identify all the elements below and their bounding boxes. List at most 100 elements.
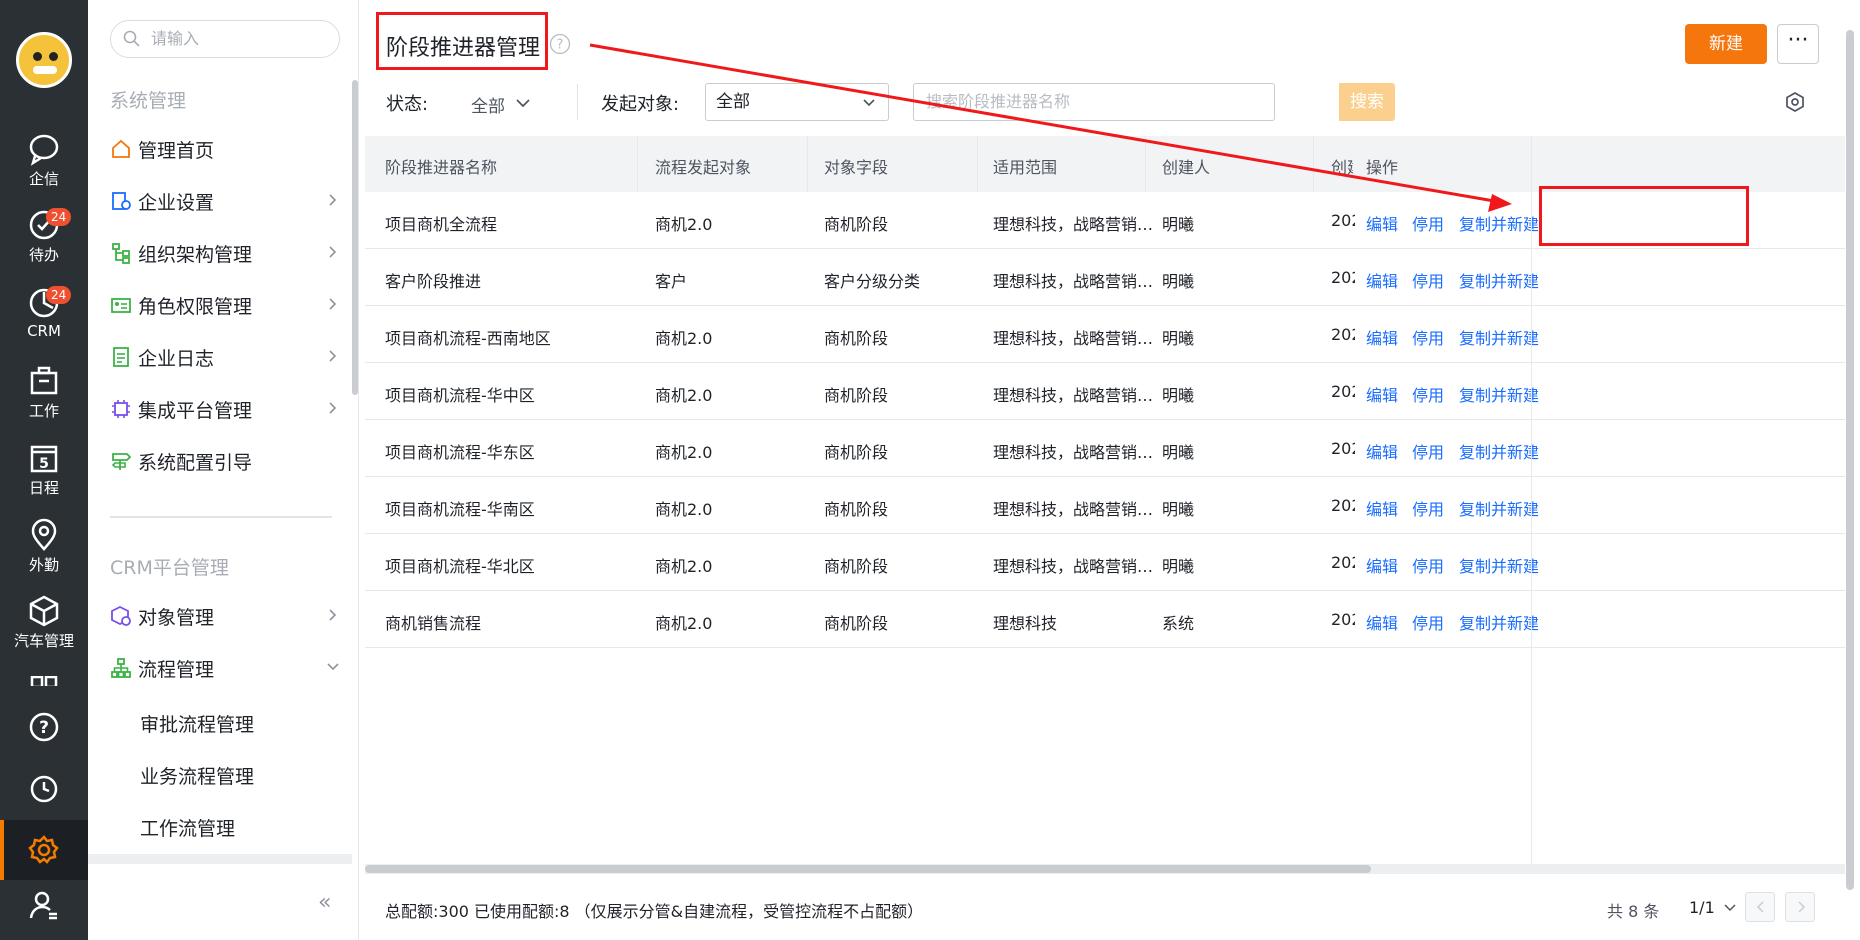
table-header: 阶段推进器名称 流程发起对象 对象字段 适用范围 创建人 创建 操作 (365, 136, 1845, 192)
edit-link[interactable]: 编辑 (1366, 211, 1398, 235)
nav-item-label: 企业日志 (138, 347, 215, 370)
nav-subitem-business-process[interactable]: 业务流程管理 (140, 762, 254, 789)
rail-item-field[interactable]: 外勤 (0, 518, 88, 592)
edit-link[interactable]: 编辑 (1366, 325, 1398, 349)
cell-created: 202 (1331, 439, 1355, 458)
edit-link[interactable]: 编辑 (1366, 268, 1398, 292)
nav-horizontal-scrollbar[interactable] (88, 854, 352, 864)
nav-item-process-management[interactable]: 流程管理 (110, 648, 340, 688)
more-options-button[interactable]: ··· (1777, 24, 1819, 64)
search-input[interactable]: 搜索阶段推进器名称 (913, 83, 1275, 121)
column-header: 流程发起对象 (655, 158, 752, 177)
building-settings-icon (112, 192, 131, 210)
prev-page-button[interactable] (1745, 892, 1775, 922)
new-button[interactable]: 新建 (1685, 24, 1767, 64)
rail-item-crm[interactable]: 24 CRM (0, 286, 88, 360)
app-logo[interactable] (16, 32, 72, 88)
nav-item-company-settings[interactable]: 企业设置 (110, 181, 340, 221)
disable-link[interactable]: 停用 (1412, 610, 1444, 634)
edit-link[interactable]: 编辑 (1366, 610, 1398, 634)
rail-item-calendar[interactable]: 5 日程 (0, 441, 88, 515)
table-row[interactable]: 客户阶段推进 客户 客户分级分类 理想科技，战略营销… 明曦 202 编辑停用复制并新建 (365, 249, 1845, 306)
rail-label: CRM (27, 322, 61, 340)
nav-item-config-guide[interactable]: 系统配置引导 (110, 441, 340, 481)
cell-object: 商机2.0 (655, 557, 713, 576)
scrollbar-thumb[interactable] (365, 865, 1371, 873)
cell-name: 项目商机流程-西南地区 (385, 329, 551, 348)
search-button[interactable]: 搜索 (1339, 83, 1395, 121)
cell-field: 商机阶段 (824, 500, 889, 519)
nav-subitem-workflow[interactable]: 工作流管理 (140, 814, 235, 841)
cell-created: 202 (1331, 553, 1355, 572)
nav-item-integration[interactable]: 集成平台管理 (110, 389, 340, 429)
copy-new-link[interactable]: 复制并新建 (1459, 268, 1539, 292)
column-header: 操作 (1366, 158, 1399, 177)
nav-item-company-log[interactable]: 企业日志 (110, 337, 340, 377)
nav-group-system: 系统管理 (110, 90, 187, 112)
copy-new-link[interactable]: 复制并新建 (1459, 610, 1539, 634)
rail-help[interactable]: ? (0, 710, 88, 750)
initiator-filter-label: 发起对象: (601, 94, 680, 115)
edit-link[interactable]: 编辑 (1366, 496, 1398, 520)
nav-subitem-approval[interactable]: 审批流程管理 (140, 710, 254, 737)
badge-count: 24 (46, 286, 72, 304)
next-page-button[interactable] (1785, 892, 1815, 922)
disable-link[interactable]: 停用 (1412, 439, 1444, 463)
rail-item-work[interactable]: 工作 (0, 364, 88, 438)
table-row[interactable]: 项目商机流程-华北区 商机2.0 商机阶段 理想科技，战略营销… 明曦 202 编辑停用复制… (365, 534, 1845, 591)
actions-annotation-box (1539, 186, 1749, 246)
nav-item-role-permissions[interactable]: 角色权限管理 (110, 285, 340, 325)
id-card-icon (111, 298, 131, 313)
edit-link[interactable]: 编辑 (1366, 382, 1398, 406)
disable-link[interactable]: 停用 (1412, 496, 1444, 520)
copy-new-link[interactable]: 复制并新建 (1459, 553, 1539, 577)
nav-item-admin-home[interactable]: 管理首页 (110, 129, 340, 169)
disable-link[interactable]: 停用 (1412, 382, 1444, 406)
disable-link[interactable]: 停用 (1412, 553, 1444, 577)
rail-user-admin[interactable] (0, 888, 88, 928)
rail-item-chat[interactable]: 企信 (0, 132, 88, 206)
calendar-icon: 5 (30, 445, 58, 473)
copy-new-link[interactable]: 复制并新建 (1459, 382, 1539, 406)
table-horizontal-scrollbar[interactable] (365, 864, 1845, 874)
disable-link[interactable]: 停用 (1412, 211, 1444, 235)
rail-item-car[interactable]: 汽车管理 (0, 594, 88, 668)
rail-history[interactable] (0, 772, 88, 812)
nav-item-label: 组织架构管理 (138, 243, 253, 266)
table-row[interactable]: 商机销售流程 商机2.0 商机阶段 理想科技 系统 202 编辑停用复制并新建 (365, 591, 1845, 648)
initiator-select-value: 全部 (716, 92, 750, 112)
page-selector[interactable]: 1/1 (1689, 898, 1736, 917)
table-row[interactable]: 项目商机流程-华南区 商机2.0 商机阶段 理想科技，战略营销… 明曦 202 编辑停用复制… (365, 477, 1845, 534)
cell-field: 商机阶段 (824, 443, 889, 462)
table-row[interactable]: 项目商机流程-华东区 商机2.0 商机阶段 理想科技，战略营销… 明曦 202 编辑停用复制… (365, 420, 1845, 477)
disable-link[interactable]: 停用 (1412, 325, 1444, 349)
nav-item-object-management[interactable]: 对象管理 (110, 596, 340, 636)
cell-name: 项目商机流程-华东区 (385, 443, 535, 462)
copy-new-link[interactable]: 复制并新建 (1459, 211, 1539, 235)
chevron-down-icon (1724, 904, 1736, 912)
edit-link[interactable]: 编辑 (1366, 439, 1398, 463)
table-row[interactable]: 项目商机流程-华中区 商机2.0 商机阶段 理想科技，战略营销… 明曦 202 编辑停用复制… (365, 363, 1845, 420)
copy-new-link[interactable]: 复制并新建 (1459, 439, 1539, 463)
rail-settings-active[interactable] (0, 820, 88, 880)
chevron-right-icon (329, 298, 337, 310)
page-vertical-scrollbar[interactable] (1846, 30, 1854, 890)
rail-item-grid[interactable] (0, 676, 88, 686)
copy-new-link[interactable]: 复制并新建 (1459, 496, 1539, 520)
nav-item-org-structure[interactable]: 组织架构管理 (110, 233, 340, 273)
collapse-nav-button[interactable]: « (318, 890, 331, 915)
nav-search-input[interactable]: 请输入 (110, 20, 340, 58)
table-row[interactable]: 项目商机流程-西南地区 商机2.0 商机阶段 理想科技，战略营销… 明曦 202 编辑停用复… (365, 306, 1845, 363)
copy-new-link[interactable]: 复制并新建 (1459, 325, 1539, 349)
rail-item-todo[interactable]: 24 待办 (0, 208, 88, 282)
disable-link[interactable]: 停用 (1412, 268, 1444, 292)
question-mark-icon[interactable]: ? (549, 33, 571, 55)
cell-name: 项目商机流程-华南区 (385, 500, 535, 519)
cell-creator: 明曦 (1162, 443, 1195, 462)
initiator-select[interactable]: 全部 (705, 83, 889, 121)
chevron-right-icon (329, 609, 337, 621)
edit-link[interactable]: 编辑 (1366, 553, 1398, 577)
column-divider (1313, 136, 1314, 192)
settings-hex-icon[interactable] (1783, 90, 1807, 114)
status-filter-dropdown[interactable]: 全部 (471, 92, 530, 117)
